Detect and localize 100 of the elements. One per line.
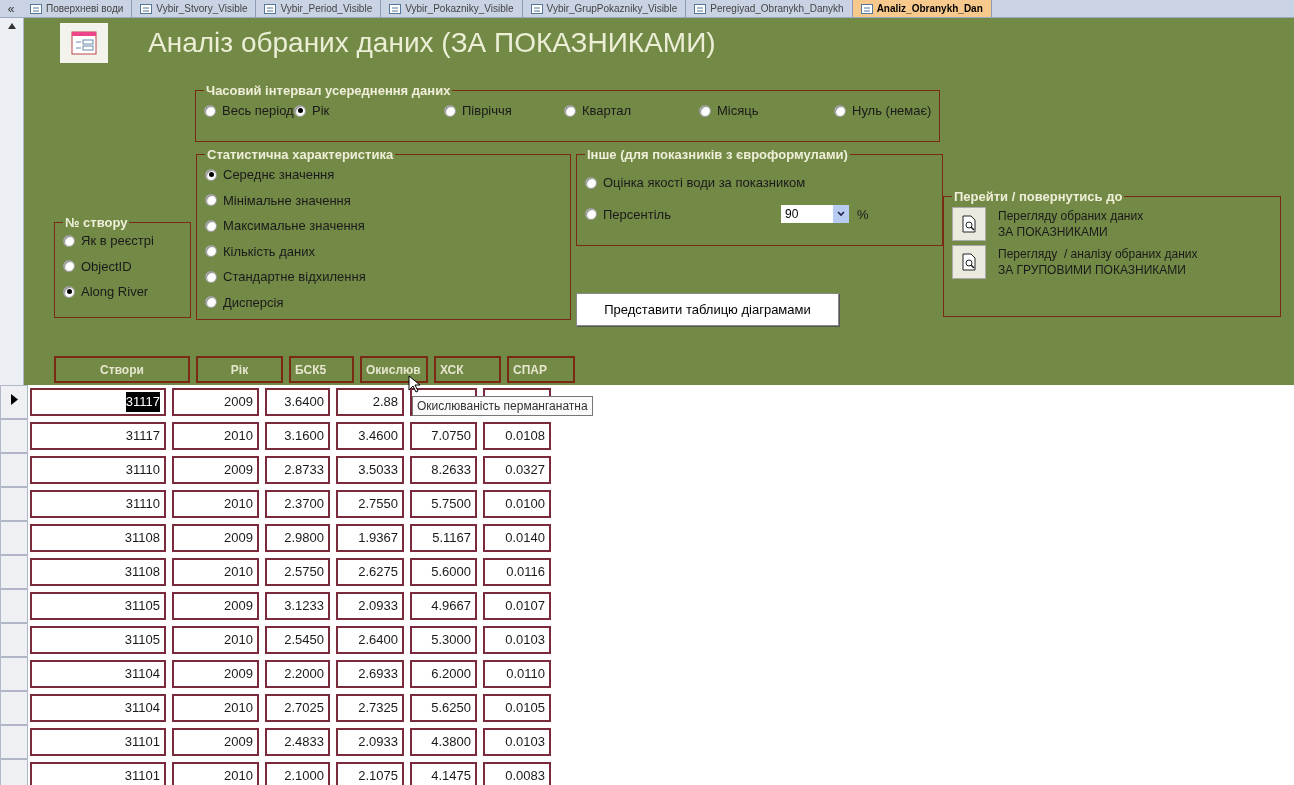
- radio-button[interactable]: [205, 270, 217, 283]
- column-header: БСК5: [289, 356, 354, 383]
- radio-button[interactable]: [585, 208, 597, 221]
- preview-button[interactable]: [952, 207, 986, 241]
- table-cell: 31117: [30, 388, 166, 416]
- table-cell: 2009: [172, 388, 259, 416]
- radio-button[interactable]: [205, 194, 217, 207]
- table-cell: 2010: [172, 626, 259, 654]
- radio-button[interactable]: [204, 104, 216, 117]
- radio-button[interactable]: [585, 176, 597, 189]
- table-cell: 2.1000: [265, 762, 330, 785]
- document-tab[interactable]: Vybir_Period_Visible: [256, 0, 382, 17]
- table-cell: 4.1475: [410, 762, 477, 785]
- radio-button[interactable]: [699, 104, 711, 117]
- radio-button[interactable]: [205, 296, 217, 309]
- table-cell: 2.1075: [336, 762, 404, 785]
- option-label: Квартал: [582, 102, 632, 120]
- option-label: Стандартне відхилення: [223, 268, 366, 286]
- table-cell: 0.0100: [483, 490, 551, 518]
- table-cell: 0.0108: [483, 422, 551, 450]
- document-tab[interactable]: Vybir_GrupPokazniky_Visible: [522, 0, 687, 17]
- table-cell: 2.6933: [336, 660, 404, 688]
- group-legend: Статистична характеристика: [205, 148, 396, 161]
- table-cell: 0.0327: [483, 456, 551, 484]
- form-icon: [60, 23, 108, 63]
- document-tab[interactable]: Peregiyad_Obranykh_Danykh: [686, 0, 853, 17]
- option-label: ObjectID: [81, 257, 132, 276]
- table-cell: 31110: [30, 490, 166, 518]
- percent-sign: %: [857, 205, 869, 224]
- column-header: Рік: [196, 356, 283, 383]
- table-cell: 2.5450: [265, 626, 330, 654]
- table-cell: 2.7325: [336, 694, 404, 722]
- table-cell: 2010: [172, 422, 259, 450]
- form-icon: [694, 3, 707, 14]
- table-cell: 31101: [30, 762, 166, 785]
- option-label: Максимальне значення: [223, 217, 365, 235]
- print-preview-icon: [961, 215, 977, 233]
- radio-button[interactable]: [205, 168, 217, 181]
- scroll-up-icon[interactable]: [6, 22, 17, 30]
- table-cell: 2010: [172, 694, 259, 722]
- radio-button[interactable]: [444, 104, 456, 117]
- option-label: Рік: [312, 102, 330, 120]
- table-cell: 2.88: [336, 388, 404, 416]
- table-cell: 0.0103: [483, 626, 551, 654]
- chart-button[interactable]: Представити таблицю діаграмами: [576, 293, 839, 326]
- table-cell: 6.2000: [410, 660, 477, 688]
- radio-button[interactable]: [564, 104, 576, 117]
- document-tab[interactable]: Vybir_Pokazniky_Visible: [381, 0, 523, 17]
- table-cell: 31104: [30, 660, 166, 688]
- table-cell: 0.0105: [483, 694, 551, 722]
- table-cell: 0.0083: [483, 762, 551, 785]
- table-cell: 2.5750: [265, 558, 330, 586]
- collapse-button[interactable]: «: [0, 0, 22, 18]
- table-cell: 2.9800: [265, 524, 330, 552]
- radio-button[interactable]: [834, 104, 846, 117]
- table-cell: 31108: [30, 558, 166, 586]
- form-icon: [30, 3, 42, 14]
- option-label: Мінімальне значення: [223, 191, 351, 210]
- radio-button[interactable]: [205, 219, 217, 232]
- print-preview-icon: [961, 253, 977, 271]
- table-cell: 2009: [172, 660, 259, 688]
- table-cell: 0.0116: [483, 558, 551, 586]
- radio-button[interactable]: [63, 260, 75, 273]
- radio-button[interactable]: [63, 234, 75, 247]
- table-cell: 2010: [172, 558, 259, 586]
- table-cell: 2.7025: [265, 694, 330, 722]
- option-label: Нуль (немає): [852, 102, 932, 120]
- table-cell: 31101: [30, 728, 166, 756]
- option-label: Along River: [81, 283, 149, 301]
- column-header: Створи: [54, 356, 190, 383]
- table-cell: 1.9367: [336, 524, 404, 552]
- record-selector[interactable]: [0, 385, 28, 419]
- form-icon: [389, 3, 402, 14]
- table-cell: 5.7500: [410, 490, 477, 518]
- option-label: Весь період: [222, 102, 294, 120]
- document-tab[interactable]: Поверхневі води: [22, 0, 133, 17]
- table-cell: 31117: [30, 422, 166, 450]
- table-cell: 3.4600: [336, 422, 404, 450]
- radio-button[interactable]: [63, 285, 75, 298]
- current-record-icon: [10, 394, 18, 405]
- table-cell: 2.0933: [336, 592, 404, 620]
- preview-button[interactable]: [952, 245, 986, 279]
- group-legend: № створу: [63, 216, 130, 229]
- form-icon: [140, 3, 153, 14]
- table-cell: 7.0750: [410, 422, 477, 450]
- table-cell: 3.1600: [265, 422, 330, 450]
- table-cell: 0.0103: [483, 728, 551, 756]
- option-label: Дисперсія: [223, 293, 284, 312]
- table-cell: 0.0107: [483, 592, 551, 620]
- form-icon: [860, 3, 873, 14]
- radio-button[interactable]: [205, 245, 217, 258]
- mouse-cursor-icon: [408, 375, 420, 393]
- table-cell: 2.6275: [336, 558, 404, 586]
- column-header: ХСК: [434, 356, 501, 383]
- table-cell: 2009: [172, 728, 259, 756]
- radio-button[interactable]: [294, 104, 306, 117]
- table-cell: 3.5033: [336, 456, 404, 484]
- document-tab[interactable]: Analiz_Obranykh_Dan: [852, 0, 992, 17]
- percentile-dropdown[interactable]: 90: [781, 205, 849, 224]
- document-tab[interactable]: Vybir_Stvory_Visible: [132, 0, 257, 17]
